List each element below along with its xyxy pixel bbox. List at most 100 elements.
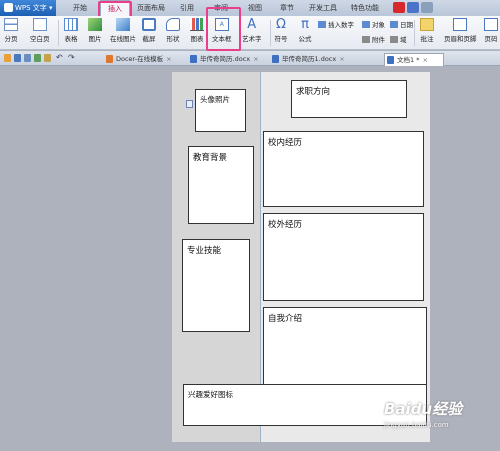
- object-label: 对象: [372, 21, 385, 29]
- wordart-label: 艺术字: [242, 35, 262, 43]
- blank-page-button[interactable]: 空白页: [30, 18, 50, 43]
- job-direction-text: 求职方向: [296, 87, 331, 97]
- shape-button[interactable]: 形状: [166, 18, 180, 43]
- textbox-highlight: [206, 7, 241, 51]
- object-icon: [362, 21, 370, 28]
- print-icon[interactable]: [24, 54, 31, 62]
- attachment-button[interactable]: 附件: [362, 34, 385, 44]
- campus-experience-textbox[interactable]: 校内经历: [263, 131, 424, 207]
- header-footer-icon: [453, 18, 468, 31]
- doc-tab-label: 毕传奇简历.docx: [200, 55, 251, 63]
- field-button[interactable]: 域: [390, 34, 407, 44]
- job-direction-textbox[interactable]: 求职方向: [291, 80, 407, 118]
- doc-tab-docer[interactable]: Docer-在线模板 ×: [104, 53, 182, 66]
- anchor-icon[interactable]: [186, 100, 193, 108]
- attachment-label: 附件: [372, 36, 385, 44]
- screenshot-button[interactable]: 截屏: [142, 18, 156, 43]
- doc-tab-document1[interactable]: 文档1 * ×: [384, 53, 444, 66]
- formula-button[interactable]: π 公式: [298, 18, 312, 43]
- tab-page-layout[interactable]: 页面布局: [134, 0, 168, 16]
- comment-label: 批注: [420, 35, 434, 43]
- education-text: 教育背景: [193, 153, 228, 163]
- skills-text: 专业技能: [187, 246, 222, 256]
- photo-text: 头像照片: [200, 95, 230, 104]
- watermark-brand: Baidu经验: [384, 400, 463, 418]
- object-button[interactable]: 对象: [362, 19, 385, 29]
- table-button[interactable]: 表格: [64, 18, 78, 43]
- header-footer-label: 页眉和页脚: [444, 35, 477, 43]
- tab-special-features[interactable]: 特色功能: [348, 0, 382, 16]
- format-painter-icon[interactable]: [44, 54, 51, 62]
- symbol-button[interactable]: Ω 符号: [274, 18, 288, 43]
- baidu-watermark: Baidu经验 jingyan.baidu.com: [384, 398, 496, 450]
- screenshot-icon: [142, 18, 156, 31]
- page-break-icon: [4, 18, 18, 31]
- off-campus-experience-textbox[interactable]: 校外经历: [263, 213, 424, 301]
- hobbies-text: 兴趣爱好图标: [188, 390, 233, 399]
- tab-developer[interactable]: 开发工具: [306, 0, 340, 16]
- help-icon[interactable]: [407, 2, 419, 13]
- education-textbox[interactable]: 教育背景: [188, 146, 254, 224]
- pi-icon: π: [301, 17, 309, 32]
- word-doc-icon: [272, 55, 279, 63]
- window-menu-icon[interactable]: [421, 2, 433, 13]
- app-menu-button[interactable]: WPS 文字 ▾: [0, 0, 56, 16]
- menu-bar: WPS 文字 ▾ 开始 插入 页面布局 引用 审阅 视图 章节 开发工具 特色功…: [0, 0, 500, 16]
- page-number-label: 页码: [484, 35, 498, 43]
- shape-icon: [166, 18, 180, 31]
- tab-chapter[interactable]: 章节: [276, 0, 298, 16]
- page-number-button[interactable]: 页码: [484, 18, 498, 43]
- self-intro-textbox[interactable]: 自我介绍: [263, 307, 427, 387]
- ribbon-separator: [414, 20, 415, 46]
- wordart-icon: A: [247, 17, 257, 32]
- close-icon[interactable]: ×: [422, 56, 427, 64]
- screenshot-label: 截屏: [142, 35, 156, 43]
- omega-icon: Ω: [276, 17, 286, 32]
- open-icon[interactable]: [4, 54, 11, 62]
- doc-tab-label: 毕传奇简历1.docx: [282, 55, 337, 63]
- insert-number-label: 插入数字: [328, 21, 354, 29]
- campus-experience-text: 校内经历: [268, 138, 303, 148]
- off-campus-experience-text: 校外经历: [268, 220, 303, 230]
- skin-icon[interactable]: [393, 2, 405, 13]
- undo-icon[interactable]: ↶: [56, 54, 63, 62]
- print-preview-icon[interactable]: [34, 54, 41, 62]
- insert-number-button[interactable]: 插入数字: [318, 19, 354, 29]
- doc-tab-label: 文档1 *: [397, 56, 420, 64]
- skills-textbox[interactable]: 专业技能: [182, 239, 250, 332]
- wordart-button[interactable]: A 艺术字: [242, 18, 262, 43]
- table-label: 表格: [64, 35, 78, 43]
- docer-icon: [106, 55, 113, 63]
- ribbon-separator: [270, 20, 271, 46]
- word-doc-icon: [387, 56, 394, 64]
- field-label: 域: [400, 36, 407, 44]
- picture-icon: [88, 18, 102, 31]
- blank-page-icon: [32, 18, 47, 31]
- page-break-label: 分页: [4, 35, 18, 43]
- online-picture-icon: [116, 18, 130, 31]
- date-button[interactable]: 日期: [390, 19, 413, 29]
- doc-tab-resume1[interactable]: 毕传奇简历1.docx ×: [270, 53, 354, 66]
- header-footer-button[interactable]: 页眉和页脚: [444, 18, 477, 43]
- tab-view[interactable]: 视图: [244, 0, 266, 16]
- doc-tab-resume[interactable]: 毕传奇简历.docx ×: [188, 53, 266, 66]
- picture-button[interactable]: 图片: [88, 18, 102, 43]
- formula-label: 公式: [298, 35, 312, 43]
- page-break-button[interactable]: 分页: [4, 18, 18, 43]
- paperclip-icon: [362, 36, 370, 43]
- tab-references[interactable]: 引用: [176, 0, 198, 16]
- chart-button[interactable]: 图表: [190, 18, 204, 43]
- tab-home[interactable]: 开始: [68, 0, 92, 16]
- redo-icon[interactable]: ↷: [68, 54, 75, 62]
- ribbon: 分页 空白页 表格 图片 在线图片 截屏 形状 图表 A 文本框 A 艺术字 Ω…: [0, 16, 500, 50]
- comment-button[interactable]: 批注: [420, 18, 434, 43]
- close-icon[interactable]: ×: [339, 55, 344, 63]
- table-icon: [64, 18, 78, 31]
- photo-textbox[interactable]: 头像照片: [195, 89, 246, 132]
- chart-label: 图表: [190, 35, 204, 43]
- close-icon[interactable]: ×: [166, 55, 171, 63]
- close-icon[interactable]: ×: [253, 55, 258, 63]
- online-picture-button[interactable]: 在线图片: [110, 18, 136, 43]
- page-number-icon: [484, 18, 498, 31]
- save-icon[interactable]: [14, 54, 21, 62]
